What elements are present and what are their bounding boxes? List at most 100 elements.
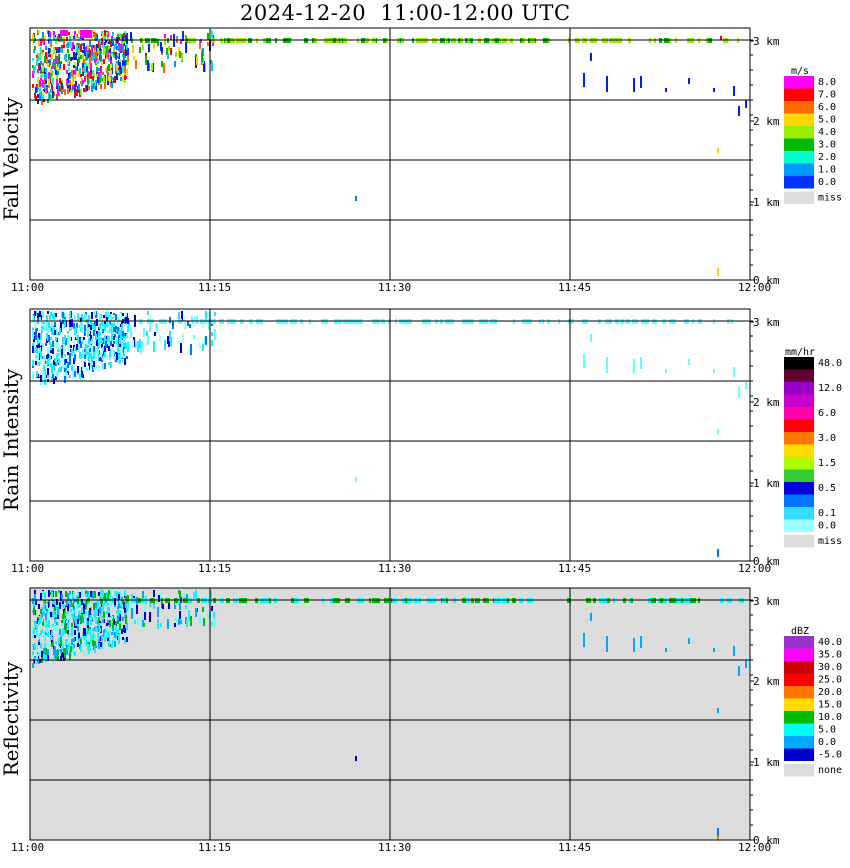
legend-swatch [784, 535, 814, 548]
height-tick-label: 1 km [753, 756, 780, 769]
panel-reflectivity [29, 587, 814, 841]
legend-label: 40.0 [818, 637, 842, 648]
height-tick-label: 2 km [753, 115, 780, 128]
time-tick-label: 11:45 [558, 281, 591, 294]
legend-label: 2.0 [818, 152, 836, 163]
height-tick-label: 3 km [753, 595, 780, 608]
legend-swatch [784, 457, 814, 470]
legend-swatch [784, 176, 814, 189]
legend-label: miss [818, 536, 842, 547]
height-tick-label: 1 km [753, 477, 780, 490]
legend-swatch [784, 357, 814, 370]
legend-label: 35.0 [818, 650, 842, 661]
legend-label: -5.0 [818, 750, 842, 761]
legend-label: 1.0 [818, 165, 836, 176]
legend-swatch [784, 88, 814, 101]
legend-swatch [784, 469, 814, 482]
legend-swatch [784, 407, 814, 420]
legend-swatch [784, 191, 814, 204]
legend-unit: dBZ [791, 626, 809, 637]
legend-label: none [818, 765, 842, 776]
panel-fall-velocity [29, 27, 814, 281]
legend-swatch [784, 76, 814, 89]
time-tick-label: 11:45 [558, 562, 591, 575]
legend-label: 0.0 [818, 177, 836, 188]
figure-title: 2024-12-20 11:00-12:00 UTC [240, 1, 571, 25]
time-tick-label: 11:00 [11, 281, 44, 294]
time-tick-label: 11:30 [378, 841, 411, 854]
height-tick-label: 2 km [753, 396, 780, 409]
time-tick-label: 11:30 [378, 281, 411, 294]
legend-swatch [784, 636, 814, 649]
legend-label: 8.0 [818, 77, 836, 88]
time-tick-label: 12:00 [738, 841, 771, 854]
legend-swatch [784, 698, 814, 711]
legend-label: 6.0 [818, 102, 836, 113]
legend-label: 1.5 [818, 458, 836, 469]
legend-swatch [784, 711, 814, 724]
legend-label: 7.0 [818, 90, 836, 101]
legend-swatch [784, 661, 814, 674]
legend-swatch [784, 419, 814, 432]
legend-swatch [784, 432, 814, 445]
legend-unit: m/s [791, 66, 809, 77]
legend-swatch [784, 101, 814, 114]
legend-label: 3.0 [818, 433, 836, 444]
legend-swatch [784, 151, 814, 164]
legend-label: 5.0 [818, 115, 836, 126]
legend-label: 3.0 [818, 140, 836, 151]
legend-swatch [784, 748, 814, 761]
time-tick-label: 11:45 [558, 841, 591, 854]
legend-label: 15.0 [818, 700, 842, 711]
legend-label: 5.0 [818, 725, 836, 736]
legend-swatch [784, 764, 814, 777]
panel-rain-intensity [29, 308, 814, 562]
legend-label: 0.5 [818, 483, 836, 494]
panels-svg: 3 km2 km1 km0 km11:00 11:15 11:30 11:45 12:0… [0, 27, 842, 854]
legend-swatch [784, 444, 814, 457]
legend-swatch [784, 382, 814, 395]
legend-unit: mm/hr [785, 347, 815, 358]
panel-title: Reflectivity [0, 661, 23, 776]
height-tick-label: 3 km [753, 35, 780, 48]
legend-swatch [784, 369, 814, 382]
height-tick-label: 2 km [753, 675, 780, 688]
legend-label: 0.0 [818, 521, 836, 532]
legend-swatch [784, 736, 814, 749]
legend-swatch [784, 673, 814, 686]
legend-label: 4.0 [818, 127, 836, 138]
legend-label: 0.0 [818, 737, 836, 748]
time-tick-label: 11:30 [378, 562, 411, 575]
time-tick-label: 12:00 [738, 281, 771, 294]
legend-label: 0.1 [818, 508, 836, 519]
legend-swatch [784, 519, 814, 532]
legend-label: 25.0 [818, 675, 842, 686]
legend-label: 10.0 [818, 712, 842, 723]
radar-figure: 2024-12-20 11:00-12:00 UTC 3 km 2 km 1 km 0… [0, 0, 850, 868]
legend-swatch [784, 507, 814, 520]
legend-swatch [784, 494, 814, 507]
legend-swatch [784, 648, 814, 661]
legend-swatch [784, 126, 814, 139]
height-tick-label: 3 km [753, 316, 780, 329]
legend-label: 12.0 [818, 383, 842, 394]
time-tick-label: 11:15 [198, 841, 231, 854]
time-tick-label: 11:15 [198, 562, 231, 575]
legend-swatch [784, 394, 814, 407]
time-tick-label: 12:00 [738, 562, 771, 575]
legend-swatch [784, 686, 814, 699]
legend-label: 30.0 [818, 662, 842, 673]
legend-swatch [784, 482, 814, 495]
panel-title: Rain Intensity [0, 368, 23, 511]
legend-label: 6.0 [818, 408, 836, 419]
legend-swatch [784, 723, 814, 736]
height-tick-label: 1 km [753, 196, 780, 209]
panel-title: Fall Velocity [0, 97, 23, 221]
time-tick-label: 11:00 [11, 841, 44, 854]
legend-swatch [784, 113, 814, 126]
time-tick-label: 11:00 [11, 562, 44, 575]
legend-swatch [784, 138, 814, 151]
legend-swatch [784, 163, 814, 176]
legend-label: 48.0 [818, 358, 842, 369]
time-tick-label: 11:15 [198, 281, 231, 294]
